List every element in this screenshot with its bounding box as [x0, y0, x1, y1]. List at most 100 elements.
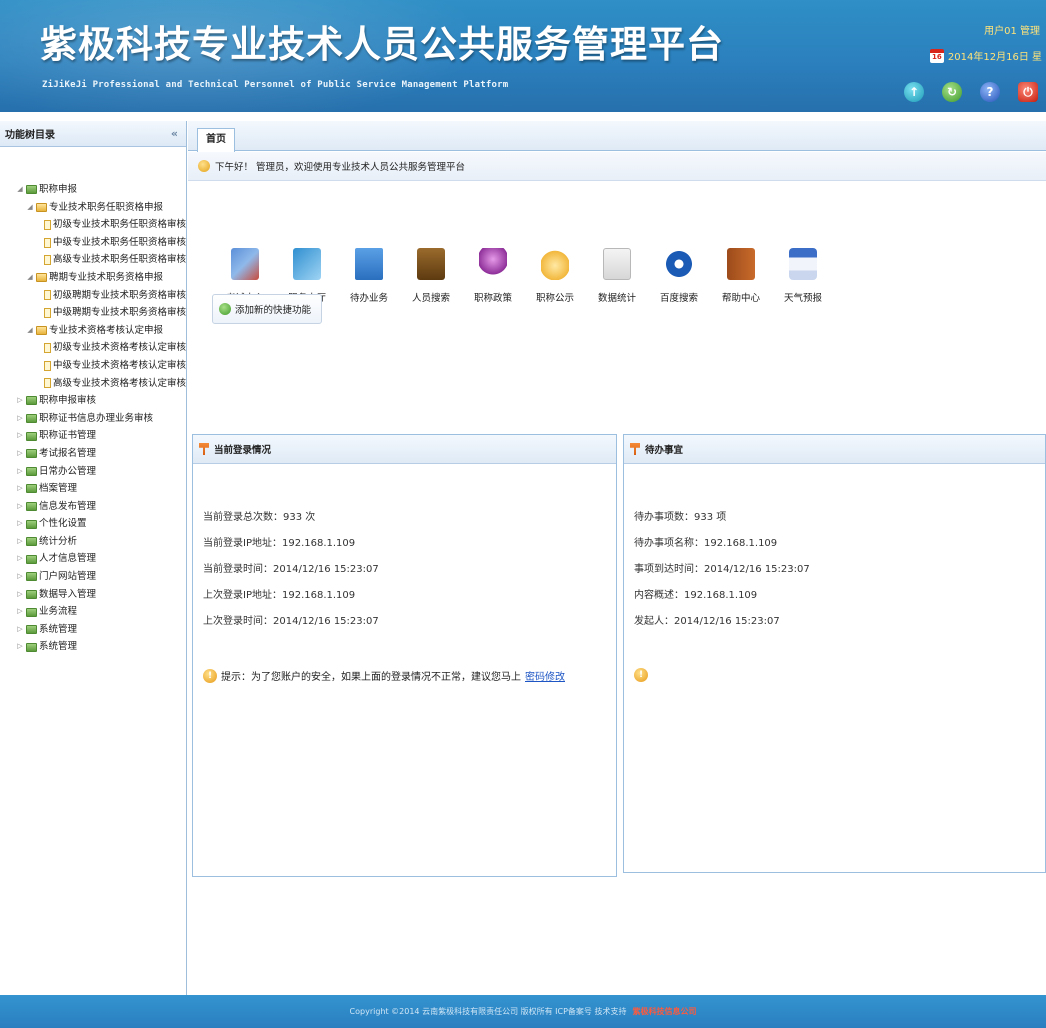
quick-policy[interactable]: 职称政策: [462, 248, 524, 304]
home-icon[interactable]: ↑: [904, 82, 924, 102]
quick-weather[interactable]: 天气预报: [772, 248, 834, 304]
tab-home[interactable]: 首页: [197, 128, 235, 152]
change-password-link[interactable]: 密码修改: [525, 668, 565, 683]
tree-item[interactable]: 高级专业技术资格考核认定审核: [36, 375, 186, 393]
tree-node[interactable]: ▷ 系统管理: [16, 621, 186, 639]
tree-item[interactable]: ▷ 人才信息管理: [16, 550, 186, 568]
tree-node[interactable]: 高级专业技术职务任职资格审核: [36, 251, 186, 269]
tree-item[interactable]: ▷ 档案管理: [16, 480, 186, 498]
tree-item[interactable]: ▷ 系统管理: [16, 638, 186, 656]
tree-node[interactable]: ▷ 信息发布管理: [16, 498, 186, 516]
tree-item[interactable]: ▷ 个性化设置: [16, 515, 186, 533]
quick-label: 天气预报: [783, 293, 822, 304]
help-icon[interactable]: ?: [980, 82, 1000, 102]
tree-item[interactable]: 中级专业技术资格考核认定审核: [36, 357, 186, 375]
tree-item[interactable]: ▷ 门户网站管理: [16, 568, 186, 586]
tree-label: 中级专业技术资格考核认定审核: [52, 359, 186, 371]
collapsed-toggle-icon[interactable]: ▷: [16, 621, 24, 639]
tree-item[interactable]: 初级专业技术资格考核认定审核: [36, 339, 186, 357]
tree-item[interactable]: 初级专业技术职务任职资格审核: [36, 216, 186, 234]
collapsed-toggle-icon[interactable]: ▷: [16, 463, 24, 481]
tree-node[interactable]: ▷ 人才信息管理: [16, 550, 186, 568]
tree-node[interactable]: ▷ 职称证书管理: [16, 427, 186, 445]
tree-node[interactable]: ▷ 统计分析: [16, 533, 186, 551]
quick-todo[interactable]: 待办业务: [338, 248, 400, 304]
tree-node[interactable]: ◢ 专业技术资格考核认定申报: [26, 322, 186, 340]
collapsed-toggle-icon[interactable]: ▷: [16, 638, 24, 656]
tree-node[interactable]: ▷ 业务流程: [16, 603, 186, 621]
login-panel-header: 当前登录情况: [193, 435, 616, 464]
tree-item[interactable]: ▷ 业务流程: [16, 603, 186, 621]
tree-node[interactable]: ▷ 档案管理: [16, 480, 186, 498]
tree-item[interactable]: ▷ 统计分析: [16, 533, 186, 551]
tree-node[interactable]: 初级专业技术职务任职资格审核: [36, 216, 186, 234]
refresh-icon[interactable]: ↻: [942, 82, 962, 102]
tree-item[interactable]: ▷ 系统管理: [16, 621, 186, 639]
quick-statistics[interactable]: 数据统计: [586, 248, 648, 304]
expand-toggle-icon[interactable]: ◢: [26, 322, 34, 340]
document-icon: [44, 343, 51, 354]
collapsed-toggle-icon[interactable]: ▷: [16, 410, 24, 428]
tree-node[interactable]: 中级专业技术职务任职资格审核: [36, 234, 186, 252]
tree-item[interactable]: ▷ 职称证书管理: [16, 427, 186, 445]
tree-node[interactable]: ▷ 职称证书信息办理业务审核: [16, 410, 186, 428]
todo-panel-title: 待办事宜: [645, 445, 684, 456]
tree-node[interactable]: ▷ 数据导入管理: [16, 586, 186, 604]
tip-text: 提示：为了您账户的安全，如果上面的登录情况不正常，建议您马上: [221, 672, 521, 683]
collapsed-toggle-icon[interactable]: ▷: [16, 498, 24, 516]
collapsed-toggle-icon[interactable]: ▷: [16, 480, 24, 498]
login-row: 当前登录IP地址：192.168.1.109: [203, 538, 356, 549]
tree-node[interactable]: ▷ 职称申报审核: [16, 392, 186, 410]
tree-item[interactable]: 中级聘期专业技术职务资格审核: [36, 304, 186, 322]
tree-node[interactable]: ▷ 系统管理: [16, 638, 186, 656]
expand-toggle-icon[interactable]: ◢: [26, 199, 34, 217]
main-content: 首页 下午好！ 管理员，欢迎使用专业技术人员公共服务管理平台 考试中心 服务大厅…: [188, 121, 1046, 995]
tree-node[interactable]: ▷ 日常办公管理: [16, 463, 186, 481]
collapsed-toggle-icon[interactable]: ▷: [16, 427, 24, 445]
add-shortcut-button[interactable]: 添加新的快捷功能: [212, 294, 323, 324]
tree-item[interactable]: 中级专业技术职务任职资格审核: [36, 234, 186, 252]
tree-item[interactable]: ▷ 职称证书信息办理业务审核: [16, 410, 186, 428]
tree-item[interactable]: ▷ 数据导入管理: [16, 586, 186, 604]
collapse-icon[interactable]: «: [171, 127, 178, 140]
tree-item[interactable]: ▷ 职称申报审核: [16, 392, 186, 410]
quick-person-search[interactable]: 人员搜索: [400, 248, 462, 304]
collapsed-toggle-icon[interactable]: ▷: [16, 445, 24, 463]
tree-node[interactable]: ◢ 职称申报: [16, 181, 186, 199]
folder-icon: [26, 431, 37, 441]
quick-baidu[interactable]: 百度搜索: [648, 248, 710, 304]
tree-node[interactable]: 中级专业技术资格考核认定审核: [36, 357, 186, 375]
quick-publicity[interactable]: 职称公示: [524, 248, 586, 304]
folder-icon: [26, 484, 37, 494]
tree-node[interactable]: 初级聘期专业技术职务资格审核: [36, 287, 186, 305]
power-icon[interactable]: ⏻: [1018, 82, 1038, 102]
collapsed-toggle-icon[interactable]: ▷: [16, 515, 24, 533]
quick-label: 职称公示: [535, 293, 574, 304]
tree-node[interactable]: ◢ 专业技术职务任职资格申报: [26, 199, 186, 217]
tree-item[interactable]: 高级专业技术职务任职资格审核: [36, 251, 186, 269]
collapsed-toggle-icon[interactable]: ▷: [16, 550, 24, 568]
tree-node[interactable]: ▷ 考试报名管理: [16, 445, 186, 463]
collapsed-toggle-icon[interactable]: ▷: [16, 392, 24, 410]
tree-item[interactable]: ◢ 专业技术职务任职资格申报 初级专业技术职务任职资格审核 中级专业技术职务任职资格审…: [26, 199, 186, 269]
expand-toggle-icon[interactable]: ◢: [26, 269, 34, 287]
collapsed-toggle-icon[interactable]: ▷: [16, 586, 24, 604]
tree-node[interactable]: 初级专业技术资格考核认定审核: [36, 339, 186, 357]
tree-node[interactable]: 中级聘期专业技术职务资格审核: [36, 304, 186, 322]
tree-node[interactable]: ▷ 门户网站管理: [16, 568, 186, 586]
tree-node[interactable]: ◢ 聘期专业技术职务资格申报: [26, 269, 186, 287]
expand-toggle-icon[interactable]: ◢: [16, 181, 24, 199]
quick-help[interactable]: 帮助中心: [710, 248, 772, 304]
tree-node[interactable]: ▷ 个性化设置: [16, 515, 186, 533]
collapsed-toggle-icon[interactable]: ▷: [16, 533, 24, 551]
tree-item[interactable]: 初级聘期专业技术职务资格审核: [36, 287, 186, 305]
tree-item[interactable]: ◢ 专业技术资格考核认定申报 初级专业技术资格考核认定审核中级专业技术资格考核认定审…: [26, 322, 186, 392]
tree-item[interactable]: ▷ 日常办公管理: [16, 463, 186, 481]
tree-item[interactable]: ◢ 聘期专业技术职务资格申报 初级聘期专业技术职务资格审核 中级聘期专业技术职务资格审…: [26, 269, 186, 322]
collapsed-toggle-icon[interactable]: ▷: [16, 603, 24, 621]
tree-item[interactable]: ▷ 信息发布管理: [16, 498, 186, 516]
tree-item[interactable]: ▷ 考试报名管理: [16, 445, 186, 463]
tree-node[interactable]: 高级专业技术资格考核认定审核: [36, 375, 186, 393]
tree-item[interactable]: ◢ 职称申报 ◢ 专业技术职务任职资格申报 初级专业技术职务任职资格审核 中级专业技术职务…: [16, 181, 186, 392]
collapsed-toggle-icon[interactable]: ▷: [16, 568, 24, 586]
